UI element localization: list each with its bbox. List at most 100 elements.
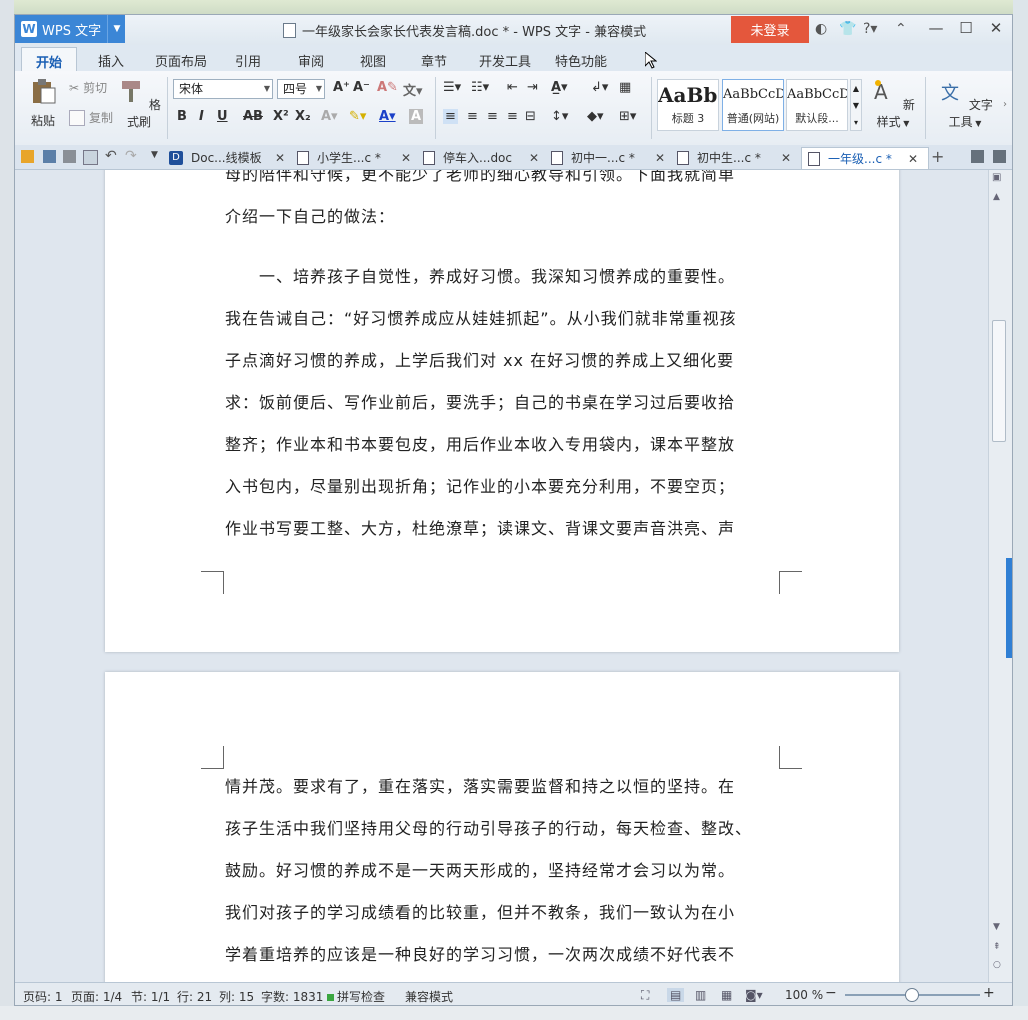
close-icon[interactable]: ✕ xyxy=(529,151,539,165)
char-shading-icon[interactable]: A xyxy=(409,109,424,124)
tab-chapter[interactable]: 章节 xyxy=(421,51,447,70)
page-view-icon[interactable]: ▤ xyxy=(667,988,685,1002)
paragraph-continued[interactable]: 情并茂。要求有了，重在落实，落实需要监督和持之以恒的坚持。在 孩子生活中我们坚持… xyxy=(225,766,780,976)
underline-button[interactable]: U xyxy=(217,109,228,124)
customize-toolbar-icon[interactable]: ▼ xyxy=(151,150,158,160)
shrink-font-icon[interactable]: A⁻ xyxy=(353,80,370,95)
style-gallery-scroll[interactable]: ▲ ▼ ▾ xyxy=(850,79,862,131)
undo-icon[interactable]: ↶ xyxy=(105,148,117,164)
zoom-level[interactable]: 100 % xyxy=(785,988,823,1002)
outline-view-icon[interactable]: ▥ xyxy=(695,988,706,1002)
save-icon[interactable] xyxy=(43,150,56,163)
close-icon[interactable]: ✕ xyxy=(275,151,285,165)
line-spacing-icon[interactable]: ↕▾ xyxy=(551,109,568,124)
print-preview-icon[interactable] xyxy=(83,150,98,165)
help-icon[interactable]: ?▾ xyxy=(863,21,877,37)
redo-icon[interactable]: ↷ xyxy=(125,148,137,164)
align-right-icon[interactable]: ≡ xyxy=(487,109,498,124)
tab-view[interactable]: 视图 xyxy=(360,51,386,70)
increase-indent-icon[interactable]: ⇥ xyxy=(527,80,538,95)
decrease-indent-icon[interactable]: ⇤ xyxy=(507,80,518,95)
tab-special[interactable]: 特色功能 xyxy=(555,51,607,70)
doc-tab[interactable]: 停车入...doc ✕ xyxy=(423,147,547,168)
side-panel-toggle[interactable] xyxy=(1006,558,1012,658)
open-folder-icon[interactable] xyxy=(21,150,34,163)
cut-button[interactable]: ✂ 剪切 xyxy=(69,79,107,96)
tab-references[interactable]: 引用 xyxy=(235,51,261,70)
font-name-select[interactable]: 宋体 ▼ xyxy=(173,79,273,99)
paste-button[interactable]: 粘贴 xyxy=(23,77,63,129)
close-icon[interactable]: ✕ xyxy=(655,151,665,165)
tab-developer[interactable]: 开发工具 xyxy=(479,51,531,70)
status-section[interactable]: 节: 1/1 xyxy=(131,988,170,1005)
login-button[interactable]: 未登录 xyxy=(731,16,809,43)
status-word-count[interactable]: 字数: 1831 xyxy=(261,988,323,1005)
distributed-icon[interactable]: ⊟ xyxy=(525,109,536,124)
tab-review[interactable]: 审阅 xyxy=(298,51,324,70)
show-marks-icon[interactable]: ↲▾ xyxy=(591,80,608,95)
vertical-scrollbar[interactable]: ▣ ▲ ▼ ⇞ ○ xyxy=(988,170,1012,982)
align-center-icon[interactable]: ≡ xyxy=(467,109,478,124)
text-tools-button[interactable]: 文 文字工具 ▼ xyxy=(933,77,997,130)
numbered-list-icon[interactable]: ☷▾ xyxy=(471,80,489,95)
style-heading3[interactable]: AaBbC 标题 3 xyxy=(657,79,719,131)
select-browse-icon[interactable]: ○ xyxy=(993,960,1001,970)
ribbon-scroll-right-icon[interactable]: › xyxy=(1003,99,1007,110)
split-view-icon[interactable]: ▣ xyxy=(992,172,1001,183)
doc-tab[interactable]: 小学生...c * ✕ xyxy=(297,147,419,168)
justify-icon[interactable]: ≡ xyxy=(507,109,518,124)
scroll-down-icon[interactable]: ▼ xyxy=(993,922,1000,932)
clear-format-icon[interactable]: A✎ xyxy=(377,80,398,95)
shirt-icon[interactable]: 👕 xyxy=(839,21,856,37)
bold-button[interactable]: B xyxy=(177,109,187,124)
skin-icon[interactable]: ◐ xyxy=(815,21,827,37)
italic-button[interactable]: I xyxy=(199,109,204,124)
style-default-paragraph[interactable]: AaBbCcDd 默认段... xyxy=(786,79,848,131)
strikethrough-button[interactable]: AB xyxy=(243,109,263,124)
tab-insert[interactable]: 插入 xyxy=(98,51,124,70)
text-effect-icon[interactable]: A▾ xyxy=(321,109,338,124)
table-icon[interactable]: ▦ xyxy=(619,80,631,95)
chinese-layout-icon[interactable]: A̲▾ xyxy=(551,80,568,95)
align-left-icon[interactable]: ≡ xyxy=(443,109,458,124)
close-button[interactable]: ✕ xyxy=(983,19,1009,39)
tab-menu-icon[interactable] xyxy=(993,150,1006,163)
status-col[interactable]: 列: 15 xyxy=(219,988,254,1005)
paragraph-habits[interactable]: 一、培养孩子自觉性，养成好习惯。我深知习惯养成的重要性。 我在告诫自己：“好习惯… xyxy=(225,256,780,550)
font-color-icon[interactable]: A▾ xyxy=(379,109,396,124)
grow-font-icon[interactable]: A⁺ xyxy=(333,80,350,95)
phonetic-icon[interactable]: 文▾ xyxy=(403,80,423,99)
border-icon[interactable]: ⊞▾ xyxy=(619,109,636,124)
format-painter-button[interactable]: 格式刷 xyxy=(117,77,161,130)
copy-button[interactable]: 复制 xyxy=(69,109,113,126)
shading-icon[interactable]: ◆▾ xyxy=(587,109,604,124)
web-view-icon[interactable]: ▦ xyxy=(721,988,732,1002)
doc-tab[interactable]: D Doc...线模板 ✕ xyxy=(169,147,291,168)
maximize-button[interactable]: ☐ xyxy=(953,19,979,39)
status-page[interactable]: 页面: 1/4 xyxy=(71,988,122,1005)
spell-check-toggle[interactable]: 拼写检查 xyxy=(327,988,385,1005)
bullet-list-icon[interactable]: ☰▾ xyxy=(443,80,461,95)
scroll-up-icon[interactable]: ▲ xyxy=(993,192,1000,202)
zoom-out-icon[interactable]: − xyxy=(825,985,837,1001)
doc-tab[interactable]: 初中生...c * ✕ xyxy=(677,147,801,168)
collapse-ribbon-icon[interactable]: ⌃ xyxy=(895,21,907,37)
zoom-in-icon[interactable]: + xyxy=(983,985,995,1001)
app-menu-button[interactable]: W WPS 文字 ▼ xyxy=(15,15,125,43)
new-tab-icon[interactable]: + xyxy=(931,147,944,166)
close-icon[interactable]: ✕ xyxy=(401,151,411,165)
close-icon[interactable]: ✕ xyxy=(908,152,918,166)
tab-home[interactable]: 开始 xyxy=(21,47,78,71)
status-page-code[interactable]: 页码: 1 xyxy=(23,988,63,1005)
fullscreen-icon[interactable]: ⛶ xyxy=(641,988,649,1003)
app-menu-dropdown-icon[interactable]: ▼ xyxy=(107,15,126,43)
close-icon[interactable]: ✕ xyxy=(781,151,791,165)
superscript-button[interactable]: X² xyxy=(273,109,289,124)
tab-page-layout[interactable]: 页面布局 xyxy=(155,51,207,70)
highlight-icon[interactable]: ✎▾ xyxy=(349,109,366,124)
zoom-slider-thumb[interactable] xyxy=(905,988,919,1002)
previous-page-icon[interactable]: ⇞ xyxy=(993,942,1001,952)
style-normal-web[interactable]: AaBbCcDd 普通(网站) xyxy=(722,79,784,131)
status-row[interactable]: 行: 21 xyxy=(177,988,212,1005)
tab-list-icon[interactable] xyxy=(971,150,984,163)
